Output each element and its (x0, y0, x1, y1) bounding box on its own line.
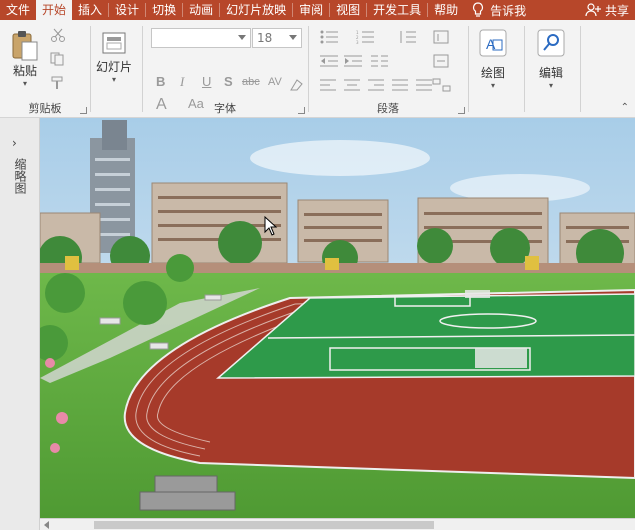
tab-slideshow[interactable]: 幻灯片放映 (220, 0, 292, 20)
paste-icon (12, 31, 38, 61)
tab-transitions[interactable]: 切换 (146, 0, 182, 20)
clipboard-group-label: 剪贴板 (28, 102, 62, 115)
paste-button[interactable]: 粘贴 ▾ (10, 30, 40, 88)
chevron-down-icon (289, 35, 297, 40)
underline-button[interactable]: U (202, 74, 211, 89)
cut-icon[interactable] (50, 28, 66, 42)
drawing-label: 绘图 (480, 66, 505, 80)
tab-home[interactable]: 开始 (36, 0, 73, 20)
tab-developer[interactable]: 开发工具 (367, 0, 427, 20)
thumbnail-pane: › 缩略图 (0, 118, 40, 530)
columns-icon[interactable] (370, 54, 390, 68)
font-size-value: 18 (257, 31, 273, 45)
tab-animations[interactable]: 动画 (183, 0, 219, 20)
svg-text:3: 3 (356, 40, 359, 44)
new-slide-button[interactable]: 幻灯片 ▾ (96, 30, 132, 84)
paragraph-launcher[interactable] (458, 107, 465, 114)
horizontal-scrollbar[interactable] (40, 518, 635, 530)
font-size-select[interactable]: 18 (252, 28, 302, 48)
scrollbar-thumb[interactable] (94, 521, 434, 529)
font-group: 18 B I U S abc AV A Aa 字体 (142, 20, 308, 118)
chevron-down-icon: ▾ (112, 75, 117, 84)
tell-me-label: 告诉我 (490, 3, 527, 18)
format-painter-icon[interactable] (50, 76, 66, 90)
line-spacing-icon[interactable] (398, 30, 418, 44)
tab-insert[interactable]: 插入 (72, 0, 108, 20)
chevron-down-icon: ▾ (490, 81, 495, 90)
tab-review[interactable]: 审阅 (293, 0, 329, 20)
bold-button[interactable]: B (156, 74, 165, 89)
tab-design[interactable]: 设计 (109, 0, 145, 20)
drawing-group: A 绘图 ▾ (468, 20, 524, 118)
editing-button[interactable]: 编辑 ▾ (536, 28, 566, 90)
chevron-down-icon (238, 35, 246, 40)
shapes-icon: A (479, 29, 507, 57)
mouse-cursor-icon (264, 216, 278, 236)
font-group-label: 字体 (214, 102, 236, 115)
tell-me-box[interactable]: 告诉我 (472, 2, 526, 19)
share-label: 共享 (604, 3, 629, 18)
slides-group: 幻灯片 ▾ (90, 20, 142, 118)
text-shadow-button[interactable]: S (224, 74, 233, 89)
new-slide-icon (102, 32, 126, 54)
align-text-icon[interactable] (432, 54, 452, 68)
thumbnail-pane-label[interactable]: 缩略图 (12, 158, 29, 194)
copy-icon[interactable] (50, 52, 66, 66)
chevron-down-icon: ▾ (22, 79, 27, 88)
chevron-down-icon: ▾ (548, 81, 553, 90)
char-spacing-button[interactable]: AV (268, 76, 282, 88)
clear-formatting-icon[interactable] (288, 78, 304, 92)
justify-icon[interactable] (392, 78, 410, 92)
italic-button[interactable]: I (180, 74, 184, 90)
font-launcher[interactable] (298, 107, 305, 114)
slide-canvas[interactable] (40, 118, 635, 518)
new-slide-label: 幻灯片 (96, 60, 133, 74)
group-divider (580, 26, 581, 112)
scroll-left-icon[interactable] (44, 521, 49, 529)
stadium-image (40, 118, 635, 518)
paragraph-group: 123 段落 (308, 20, 468, 118)
search-icon (537, 29, 565, 57)
editing-label: 编辑 (538, 66, 563, 80)
align-right-icon[interactable] (368, 78, 386, 92)
lightbulb-icon (473, 2, 484, 17)
clipboard-group: 粘贴 ▾ 剪贴板 (0, 20, 90, 118)
bullets-icon[interactable] (320, 30, 340, 44)
chevron-right-icon[interactable]: › (12, 136, 17, 150)
tab-view[interactable]: 视图 (330, 0, 366, 20)
smartart-icon[interactable] (432, 78, 452, 92)
clipboard-launcher[interactable] (80, 107, 87, 114)
paste-label: 粘贴 (12, 64, 37, 78)
ribbon: 粘贴 ▾ 剪贴板 幻灯片 ▾ 18 B I U S abc AV A Aa 字体… (0, 20, 635, 118)
share-button[interactable]: 共享 (585, 2, 635, 19)
strikethrough-button[interactable]: abc (242, 76, 260, 88)
person-add-icon (585, 3, 601, 17)
paragraph-group-label: 段落 (377, 102, 399, 115)
tab-help[interactable]: 帮助 (428, 0, 464, 20)
decrease-indent-icon[interactable] (320, 54, 340, 68)
increase-indent-icon[interactable] (344, 54, 364, 68)
font-name-select[interactable] (151, 28, 251, 48)
drawing-button[interactable]: A 绘图 ▾ (478, 28, 508, 90)
align-center-icon[interactable] (344, 78, 362, 92)
editing-group: 编辑 ▾ (524, 20, 580, 118)
numbering-icon[interactable]: 123 (356, 30, 376, 44)
collapse-ribbon-icon[interactable]: ⌃ (621, 102, 629, 113)
ribbon-tab-bar: 文件 开始 插入 设计 切换 动画 幻灯片放映 审阅 视图 开发工具 帮助 告诉… (0, 0, 635, 20)
tab-file[interactable]: 文件 (0, 0, 36, 20)
text-direction-icon[interactable] (432, 30, 452, 44)
align-left-icon[interactable] (320, 78, 338, 92)
